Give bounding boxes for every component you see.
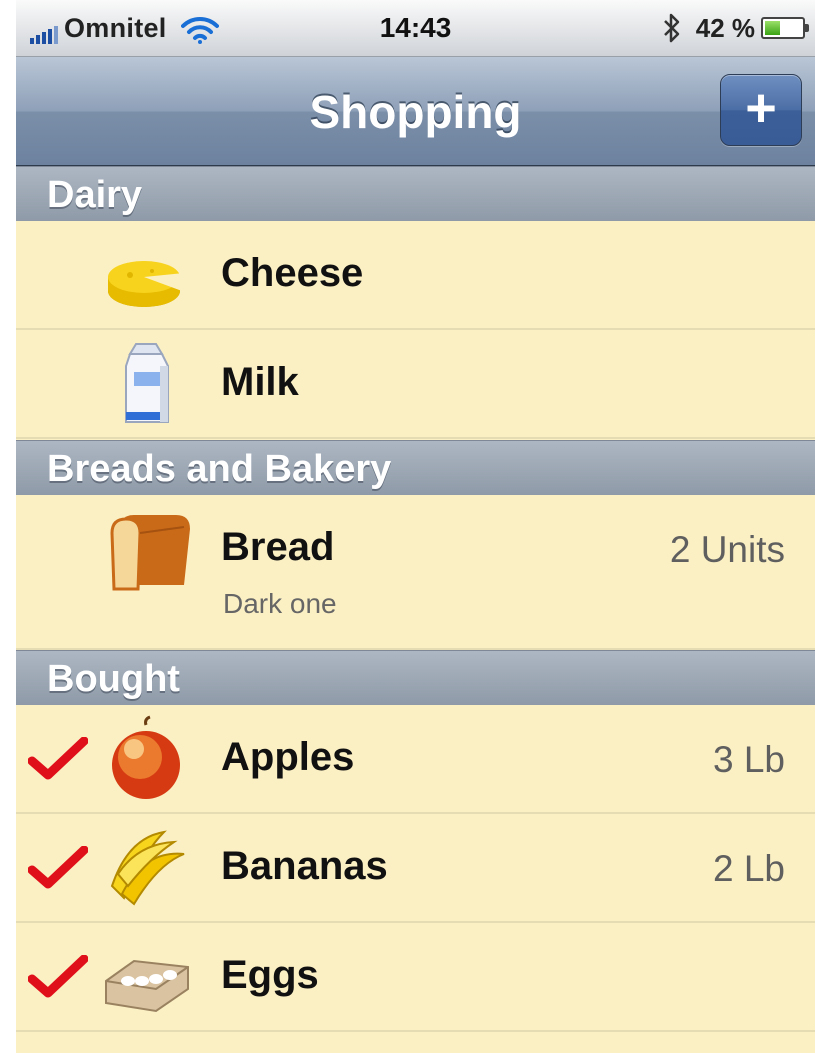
item-name: Eggs [221,953,319,997]
check-icon [28,846,88,889]
eggs-icon [105,959,189,1013]
item-quantity: 2 Units [669,529,785,570]
item-note: Dark one [223,588,337,619]
section-title: Dairy [47,174,143,216]
check-icon [28,955,88,998]
section-title: Breads and Bakery [47,448,392,490]
bread-icon [110,515,190,591]
add-item-button[interactable]: + [720,74,802,146]
item-quantity: 2 Lb [712,848,785,889]
section-title: Bought [47,658,180,700]
list-item-eggs[interactable]: Eggs [16,923,815,1032]
list-item-milk[interactable]: Milk [16,330,815,439]
status-bar: Omnitel 14:43 42 % [16,0,815,57]
item-name: Milk [221,360,299,404]
list-item-apples[interactable]: Apples 3 Lb [16,705,815,814]
item-name: Bananas [221,844,388,888]
section-header-dairy: Dairy [16,166,815,222]
list-item-bread[interactable]: Bread 2 Units Dark one [16,495,815,650]
check-icon [28,737,88,780]
battery-icon [761,17,809,39]
list-item-cheese[interactable]: Cheese [16,221,815,330]
section-header-bought: Bought [16,650,815,706]
iphone-screen: Omnitel 14:43 42 % Shopping + Dairy Chee… [16,0,815,1053]
navigation-bar: Shopping + [16,57,815,166]
item-quantity: 3 Lb [712,739,785,780]
section-header-breads-and-bakery: Breads and Bakery [16,440,815,496]
battery-percent: 42 % [695,12,755,43]
page-title: Shopping [309,86,522,138]
item-name: Cheese [221,251,364,295]
item-name: Bread [221,525,335,569]
list-item-bananas[interactable]: Bananas 2 Lb [16,814,815,923]
milk-icon [125,343,169,423]
item-name: Apples [221,735,355,779]
bluetooth-icon [663,13,679,43]
banana-icon [110,830,185,906]
apple-icon [112,715,180,799]
cheese-icon [108,261,184,307]
